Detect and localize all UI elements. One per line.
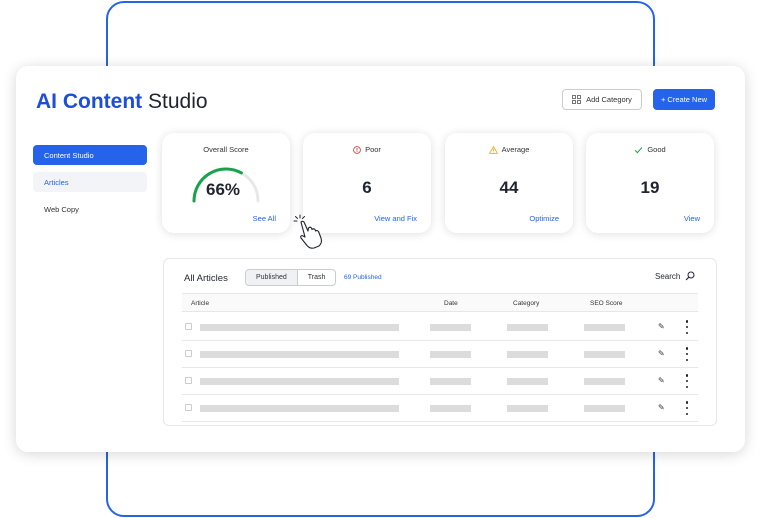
row-checkbox[interactable] — [185, 323, 192, 330]
info-circle-icon — [353, 145, 361, 154]
title-brand: AI Content — [36, 90, 143, 113]
good-title-text: Good — [647, 145, 666, 154]
date-placeholder — [430, 378, 471, 385]
tab-published[interactable]: Published — [246, 270, 298, 285]
edit-pencil-icon[interactable]: ✎ — [658, 349, 665, 358]
app-window: AI Content Studio Add Category + Create … — [16, 66, 745, 452]
sidebar-item-content-studio[interactable]: Content Studio — [33, 145, 147, 165]
create-new-button[interactable]: + Create New — [653, 89, 715, 110]
table-row[interactable]: ✎ — [182, 395, 698, 422]
grid-icon — [572, 95, 581, 104]
column-seo-score: SEO Score — [590, 300, 623, 307]
seo-score-placeholder — [584, 351, 625, 358]
row-checkbox[interactable] — [185, 350, 192, 357]
page-title: AI Content Studio — [36, 90, 208, 114]
edit-pencil-icon[interactable]: ✎ — [658, 322, 665, 331]
category-placeholder — [507, 324, 548, 331]
pointer-hand-icon — [293, 214, 322, 249]
table-row[interactable]: ✎ — [182, 368, 698, 395]
poor-value: 6 — [362, 178, 372, 197]
optimize-link[interactable]: Optimize — [529, 214, 559, 223]
article-placeholder — [200, 405, 399, 412]
add-category-label: Add Category — [586, 95, 632, 104]
poor-title: Poor — [303, 145, 431, 154]
overall-score-title: Overall Score — [162, 145, 290, 154]
category-placeholder — [507, 378, 548, 385]
row-checkbox[interactable] — [185, 404, 192, 411]
row-checkbox[interactable] — [185, 377, 192, 384]
sidebar-item-articles[interactable]: Articles — [33, 172, 147, 192]
date-placeholder — [430, 405, 471, 412]
warning-triangle-icon — [488, 145, 498, 154]
sidebar-item-label: Articles — [44, 177, 69, 187]
table-header: Article Date Category SEO Score — [182, 293, 698, 312]
article-placeholder — [200, 378, 399, 385]
view-link[interactable]: View — [684, 214, 700, 223]
overall-score-value: 66% — [206, 180, 241, 199]
published-count: 69 Published — [344, 274, 382, 281]
articles-panel: All Articles Published Trash 69 Publishe… — [163, 258, 717, 426]
category-placeholder — [507, 351, 548, 358]
edit-pencil-icon[interactable]: ✎ — [658, 376, 665, 385]
column-category: Category — [513, 300, 540, 307]
articles-tab-group: Published Trash — [245, 269, 337, 286]
tab-trash[interactable]: Trash — [298, 270, 336, 285]
good-value: 19 — [640, 178, 660, 197]
view-and-fix-link[interactable]: View and Fix — [374, 214, 417, 223]
see-all-link[interactable]: See All — [253, 214, 276, 223]
more-options-icon[interactable] — [685, 374, 689, 388]
good-title: Good — [586, 145, 714, 154]
sidebar: Content Studio Articles Web Copy — [33, 145, 147, 226]
average-title: Average — [445, 145, 573, 154]
average-value: 44 — [499, 178, 519, 197]
edit-pencil-icon[interactable]: ✎ — [658, 403, 665, 412]
search-button[interactable]: Search — [655, 271, 695, 281]
title-rest: Studio — [148, 90, 208, 113]
table-row[interactable]: ✎ — [182, 341, 698, 368]
more-options-icon[interactable] — [685, 347, 689, 361]
sidebar-item-web-copy[interactable]: Web Copy — [33, 199, 147, 219]
category-placeholder — [507, 405, 548, 412]
search-icon — [685, 271, 695, 281]
average-card: Average 44 Optimize — [445, 133, 573, 233]
overall-score-title-text: Overall Score — [203, 145, 249, 154]
overall-score-card: Overall Score 66% See All — [162, 133, 290, 233]
sidebar-item-label: Web Copy — [44, 204, 79, 214]
stage: AI Content Studio Add Category + Create … — [0, 0, 761, 518]
table-row[interactable]: ✎ — [182, 314, 698, 341]
article-placeholder — [200, 324, 399, 331]
sidebar-item-label: Content Studio — [44, 150, 94, 160]
average-title-text: Average — [501, 145, 530, 154]
articles-title: All Articles — [184, 273, 228, 284]
article-placeholder — [200, 351, 399, 358]
seo-score-placeholder — [584, 324, 625, 331]
add-category-button[interactable]: Add Category — [562, 89, 642, 110]
more-options-icon[interactable] — [685, 401, 689, 415]
date-placeholder — [430, 351, 471, 358]
seo-score-placeholder — [584, 405, 625, 412]
more-options-icon[interactable] — [685, 320, 689, 334]
seo-score-placeholder — [584, 378, 625, 385]
column-article: Article — [191, 300, 210, 307]
column-date: Date — [444, 300, 458, 307]
search-label: Search — [655, 271, 681, 281]
poor-title-text: Poor — [365, 145, 381, 154]
good-card: Good 19 View — [586, 133, 714, 233]
create-new-label: + Create New — [660, 95, 708, 104]
check-icon — [634, 146, 643, 153]
date-placeholder — [430, 324, 471, 331]
